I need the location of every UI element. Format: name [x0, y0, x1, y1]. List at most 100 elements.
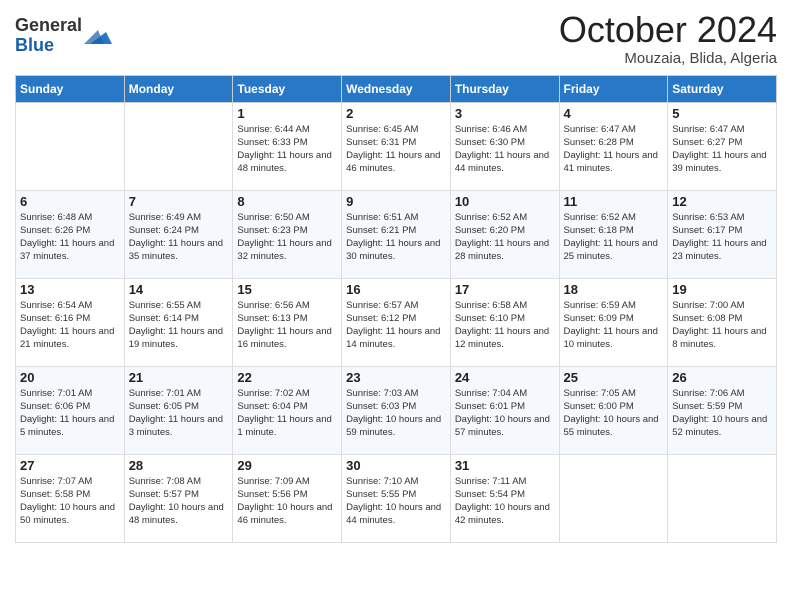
calendar-page: General Blue October 2024 Mouzaia, Blida… — [0, 0, 792, 558]
day-number: 7 — [129, 194, 229, 209]
day-number: 31 — [455, 458, 555, 473]
day-number: 11 — [564, 194, 664, 209]
day-number: 23 — [346, 370, 446, 385]
week-row-2: 6 Sunrise: 6:48 AMSunset: 6:26 PMDaylight… — [16, 190, 777, 278]
day-info: Sunrise: 6:56 AMSunset: 6:13 PMDaylight:… — [237, 299, 337, 352]
location: Mouzaia, Blida, Algeria — [559, 50, 777, 67]
week-row-5: 27 Sunrise: 7:07 AMSunset: 5:58 PMDayligh… — [16, 454, 777, 542]
header: General Blue October 2024 Mouzaia, Blida… — [15, 10, 777, 67]
calendar-cell: 18 Sunrise: 6:59 AMSunset: 6:09 PMDayligh… — [559, 278, 668, 366]
calendar-cell: 4Sunrise: 6:47 AMSunset: 6:28 PMDaylight… — [559, 102, 668, 190]
day-number: 22 — [237, 370, 337, 385]
day-header-wednesday: Wednesday — [342, 75, 451, 102]
day-number: 6 — [20, 194, 120, 209]
month-title: October 2024 — [559, 10, 777, 50]
day-info: Sunrise: 7:06 AMSunset: 5:59 PMDaylight:… — [672, 387, 772, 440]
calendar-cell: 6 Sunrise: 6:48 AMSunset: 6:26 PMDaylight… — [16, 190, 125, 278]
day-info: Sunrise: 6:44 AMSunset: 6:33 PMDaylight:… — [237, 123, 337, 176]
day-info: Sunrise: 6:57 AMSunset: 6:12 PMDaylight:… — [346, 299, 446, 352]
day-number: 24 — [455, 370, 555, 385]
day-number: 15 — [237, 282, 337, 297]
calendar-cell: 20Sunrise: 7:01 AMSunset: 6:06 PMDayligh… — [16, 366, 125, 454]
day-info: Sunrise: 7:02 AMSunset: 6:04 PMDaylight:… — [237, 387, 337, 440]
day-number: 13 — [20, 282, 120, 297]
calendar-cell: 15 Sunrise: 6:56 AMSunset: 6:13 PMDayligh… — [233, 278, 342, 366]
calendar-cell: 26 Sunrise: 7:06 AMSunset: 5:59 PMDayligh… — [668, 366, 777, 454]
calendar-cell: 10 Sunrise: 6:52 AMSunset: 6:20 PMDayligh… — [450, 190, 559, 278]
day-number: 26 — [672, 370, 772, 385]
calendar-table: SundayMondayTuesdayWednesdayThursdayFrid… — [15, 75, 777, 543]
calendar-cell: 30Sunrise: 7:10 AMSunset: 5:55 PMDayligh… — [342, 454, 451, 542]
calendar-cell: 17 Sunrise: 6:58 AMSunset: 6:10 PMDayligh… — [450, 278, 559, 366]
day-info: Sunrise: 7:04 AMSunset: 6:01 PMDaylight:… — [455, 387, 555, 440]
calendar-cell — [668, 454, 777, 542]
day-info: Sunrise: 6:52 AMSunset: 6:18 PMDaylight:… — [564, 211, 664, 264]
calendar-cell: 27 Sunrise: 7:07 AMSunset: 5:58 PMDayligh… — [16, 454, 125, 542]
day-info: Sunrise: 6:47 AMSunset: 6:27 PMDaylight:… — [672, 123, 772, 176]
day-header-friday: Friday — [559, 75, 668, 102]
day-header-tuesday: Tuesday — [233, 75, 342, 102]
day-info: Sunrise: 7:10 AMSunset: 5:55 PMDaylight:… — [346, 475, 446, 528]
day-info: Sunrise: 6:48 AMSunset: 6:26 PMDaylight:… — [20, 211, 120, 264]
day-info: Sunrise: 6:55 AMSunset: 6:14 PMDaylight:… — [129, 299, 229, 352]
day-header-thursday: Thursday — [450, 75, 559, 102]
day-header-sunday: Sunday — [16, 75, 125, 102]
calendar-cell: 3 Sunrise: 6:46 AMSunset: 6:30 PMDaylight… — [450, 102, 559, 190]
logo-text: General Blue — [15, 16, 82, 56]
calendar-cell: 16Sunrise: 6:57 AMSunset: 6:12 PMDayligh… — [342, 278, 451, 366]
calendar-cell: 12Sunrise: 6:53 AMSunset: 6:17 PMDayligh… — [668, 190, 777, 278]
calendar-cell: 19 Sunrise: 7:00 AMSunset: 6:08 PMDayligh… — [668, 278, 777, 366]
day-number: 8 — [237, 194, 337, 209]
day-info: Sunrise: 6:45 AMSunset: 6:31 PMDaylight:… — [346, 123, 446, 176]
day-info: Sunrise: 7:11 AMSunset: 5:54 PMDaylight:… — [455, 475, 555, 528]
calendar-cell: 23Sunrise: 7:03 AMSunset: 6:03 PMDayligh… — [342, 366, 451, 454]
day-info: Sunrise: 7:07 AMSunset: 5:58 PMDaylight:… — [20, 475, 120, 528]
calendar-cell — [559, 454, 668, 542]
calendar-cell: 21Sunrise: 7:01 AMSunset: 6:05 PMDayligh… — [124, 366, 233, 454]
day-info: Sunrise: 6:51 AMSunset: 6:21 PMDaylight:… — [346, 211, 446, 264]
day-number: 12 — [672, 194, 772, 209]
day-number: 28 — [129, 458, 229, 473]
day-header-saturday: Saturday — [668, 75, 777, 102]
day-number: 25 — [564, 370, 664, 385]
day-number: 18 — [564, 282, 664, 297]
day-number: 14 — [129, 282, 229, 297]
calendar-cell: 8 Sunrise: 6:50 AMSunset: 6:23 PMDaylight… — [233, 190, 342, 278]
day-number: 3 — [455, 106, 555, 121]
calendar-cell: 5 Sunrise: 6:47 AMSunset: 6:27 PMDaylight… — [668, 102, 777, 190]
calendar-cell: 22 Sunrise: 7:02 AMSunset: 6:04 PMDayligh… — [233, 366, 342, 454]
calendar-cell: 25Sunrise: 7:05 AMSunset: 6:00 PMDayligh… — [559, 366, 668, 454]
day-info: Sunrise: 7:00 AMSunset: 6:08 PMDaylight:… — [672, 299, 772, 352]
logo-blue: Blue — [15, 35, 54, 55]
day-info: Sunrise: 7:01 AMSunset: 6:05 PMDaylight:… — [129, 387, 229, 440]
day-number: 19 — [672, 282, 772, 297]
title-block: October 2024 Mouzaia, Blida, Algeria — [559, 10, 777, 67]
day-number: 29 — [237, 458, 337, 473]
day-info: Sunrise: 6:47 AMSunset: 6:28 PMDaylight:… — [564, 123, 664, 176]
day-number: 10 — [455, 194, 555, 209]
day-number: 1 — [237, 106, 337, 121]
day-info: Sunrise: 6:52 AMSunset: 6:20 PMDaylight:… — [455, 211, 555, 264]
day-number: 9 — [346, 194, 446, 209]
day-number: 5 — [672, 106, 772, 121]
day-info: Sunrise: 7:09 AMSunset: 5:56 PMDaylight:… — [237, 475, 337, 528]
calendar-cell: 9 Sunrise: 6:51 AMSunset: 6:21 PMDaylight… — [342, 190, 451, 278]
day-info: Sunrise: 6:50 AMSunset: 6:23 PMDaylight:… — [237, 211, 337, 264]
day-info: Sunrise: 6:46 AMSunset: 6:30 PMDaylight:… — [455, 123, 555, 176]
calendar-cell — [16, 102, 125, 190]
day-info: Sunrise: 6:59 AMSunset: 6:09 PMDaylight:… — [564, 299, 664, 352]
day-number: 2 — [346, 106, 446, 121]
calendar-cell — [124, 102, 233, 190]
calendar-cell: 14 Sunrise: 6:55 AMSunset: 6:14 PMDayligh… — [124, 278, 233, 366]
day-info: Sunrise: 6:54 AMSunset: 6:16 PMDaylight:… — [20, 299, 120, 352]
calendar-cell: 28Sunrise: 7:08 AMSunset: 5:57 PMDayligh… — [124, 454, 233, 542]
day-info: Sunrise: 6:58 AMSunset: 6:10 PMDaylight:… — [455, 299, 555, 352]
day-number: 17 — [455, 282, 555, 297]
day-header-monday: Monday — [124, 75, 233, 102]
day-number: 27 — [20, 458, 120, 473]
logo-icon — [84, 22, 112, 50]
week-row-3: 13 Sunrise: 6:54 AMSunset: 6:16 PMDayligh… — [16, 278, 777, 366]
day-info: Sunrise: 6:49 AMSunset: 6:24 PMDaylight:… — [129, 211, 229, 264]
calendar-cell: 7 Sunrise: 6:49 AMSunset: 6:24 PMDaylight… — [124, 190, 233, 278]
week-row-1: 1 Sunrise: 6:44 AMSunset: 6:33 PMDaylight… — [16, 102, 777, 190]
